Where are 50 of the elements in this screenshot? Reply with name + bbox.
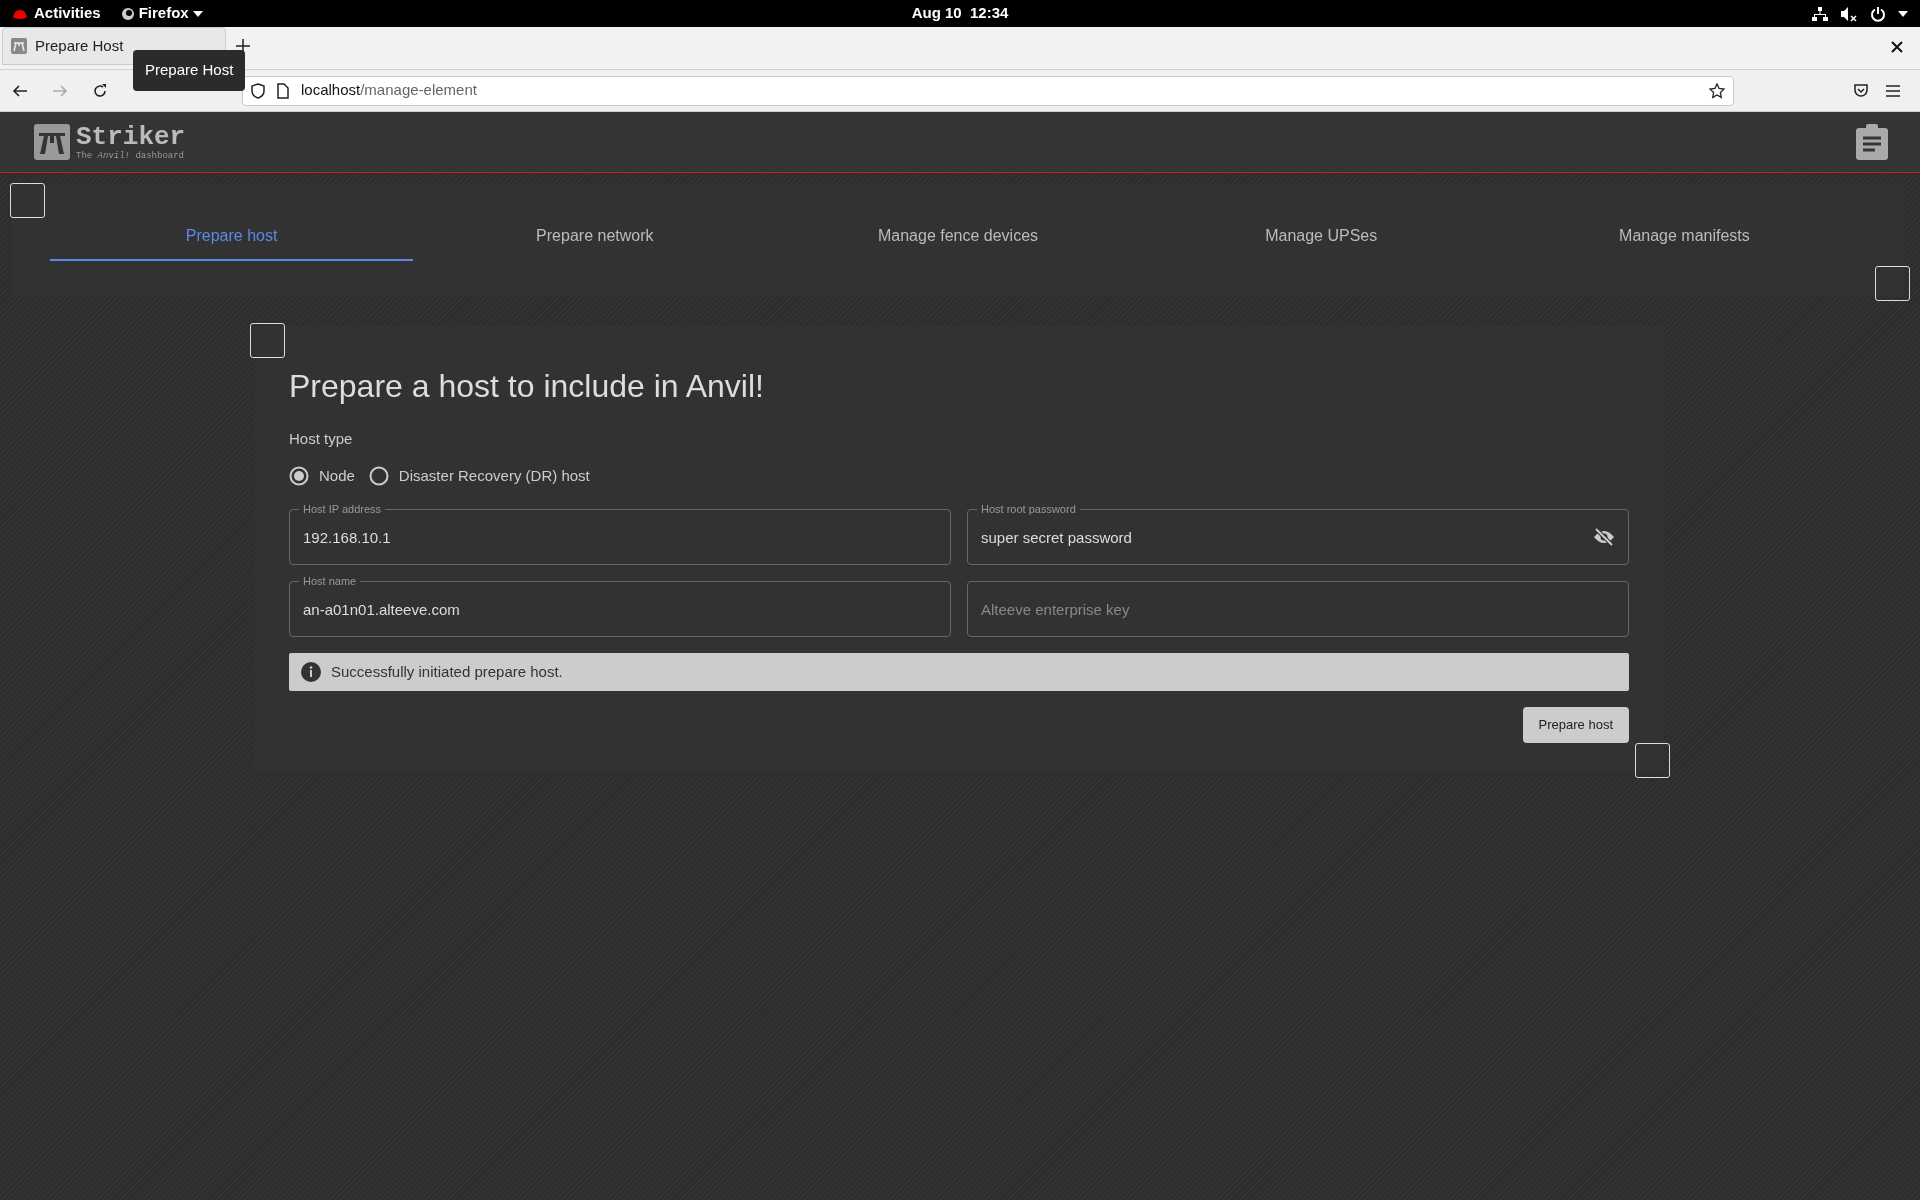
page-icon [277, 82, 289, 99]
menu-icon[interactable] [1885, 83, 1901, 98]
caret-icon [192, 10, 203, 17]
field-label: Host IP address [299, 502, 386, 516]
app-menu[interactable]: Firefox [120, 2, 203, 25]
info-icon [301, 662, 321, 682]
new-tab-icon[interactable] [236, 39, 250, 53]
radio-button[interactable] [368, 465, 389, 486]
form-heading: Prepare a host to include in Anvil! [289, 367, 764, 406]
nav-tab[interactable]: Prepare host [50, 221, 414, 261]
star-icon[interactable] [1709, 82, 1725, 99]
url-text: localhost/manage-element [301, 80, 477, 101]
tab-favicon-icon [11, 38, 27, 54]
caret-icon[interactable] [1898, 10, 1908, 17]
pocket-icon[interactable] [1853, 82, 1869, 99]
volume-muted-icon[interactable] [1840, 5, 1858, 22]
corner-frame [1635, 743, 1670, 778]
redhat-logo-icon [12, 7, 28, 20]
logo-icon [34, 124, 70, 160]
eye-slash-icon[interactable] [1593, 528, 1615, 546]
firefox-icon [120, 6, 135, 21]
radio-option[interactable]: Disaster Recovery (DR) host [368, 464, 590, 487]
nav-tab[interactable]: Manage fence devices [776, 221, 1140, 261]
radio-button[interactable] [289, 465, 309, 486]
corner-frame [1875, 266, 1910, 301]
app-subtitle: The Anvil! dashboard [76, 151, 186, 161]
activities-button[interactable]: Activities [34, 2, 101, 25]
corner-frame [250, 323, 285, 358]
corner-frame [10, 183, 45, 218]
nav-tab[interactable]: Manage UPSes [1139, 221, 1503, 261]
app-title: Striker [76, 123, 186, 150]
reload-icon[interactable] [92, 82, 108, 99]
tab-title: Prepare Host [35, 35, 124, 56]
field-label: Host name [299, 574, 361, 588]
network-icon[interactable] [1812, 5, 1828, 22]
power-icon[interactable] [1870, 5, 1886, 22]
prepare-host-button[interactable]: Prepare host [1522, 707, 1629, 743]
alert-text: Successfully initiated prepare host. [331, 661, 563, 682]
radio-option[interactable]: Node [289, 464, 355, 487]
clock[interactable]: Aug 10 12:34 [911, 2, 1009, 25]
back-icon[interactable] [12, 82, 28, 99]
url-bar[interactable]: localhost/manage-element [242, 75, 1734, 106]
nav-tab[interactable]: Manage manifests [1502, 221, 1866, 261]
field-label: Host root password [977, 502, 1080, 516]
clipboard-icon[interactable] [1856, 124, 1888, 160]
close-icon[interactable] [1891, 41, 1903, 53]
nav-tab[interactable]: Prepare network [413, 221, 777, 261]
shield-icon [251, 82, 265, 99]
host-type-label: Host type [289, 429, 353, 449]
tooltip: Prepare Host [133, 50, 246, 91]
